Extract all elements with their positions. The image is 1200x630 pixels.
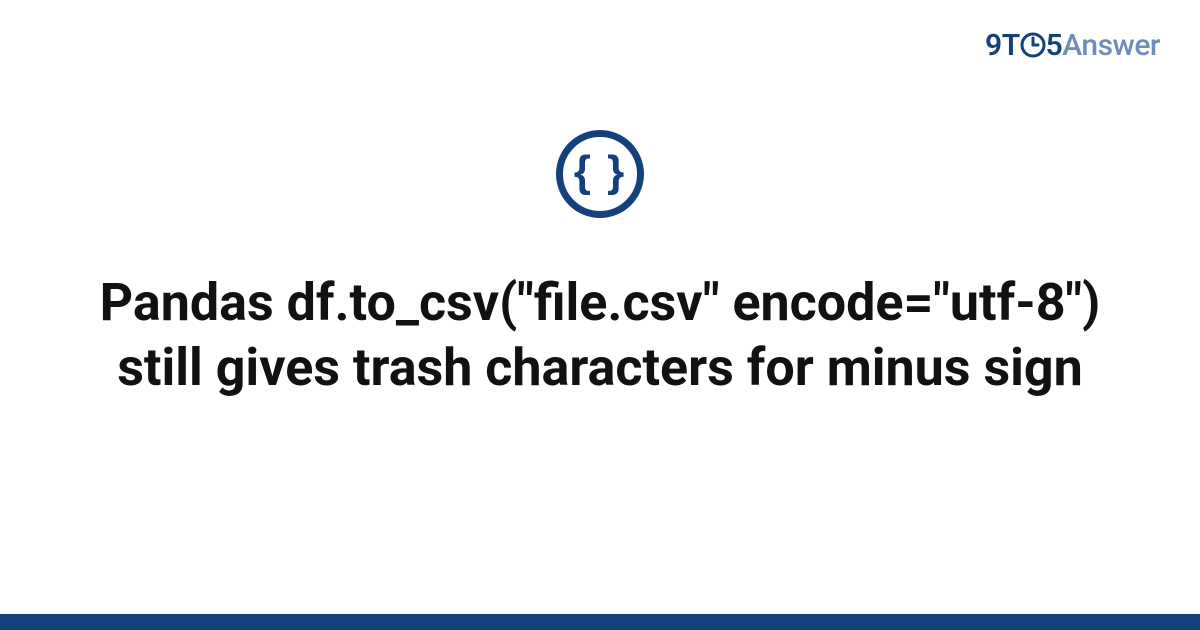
footer-bar — [0, 614, 1200, 630]
braces-icon: { } — [574, 150, 626, 194]
question-title: Pandas df.to_csv("file.csv" encode="utf-… — [0, 270, 1200, 400]
logo-part-t: T — [1002, 28, 1020, 63]
logo-clock-icon — [1020, 28, 1046, 63]
category-icon-circle: { } — [556, 130, 644, 218]
logo-part-9: 9 — [985, 28, 1002, 63]
main-content: { } Pandas df.to_csv("file.csv" encode="… — [0, 130, 1200, 400]
site-logo: 9T5Answer — [985, 28, 1160, 63]
logo-part-5: 5 — [1046, 28, 1063, 63]
logo-part-answer: Answer — [1062, 28, 1160, 63]
